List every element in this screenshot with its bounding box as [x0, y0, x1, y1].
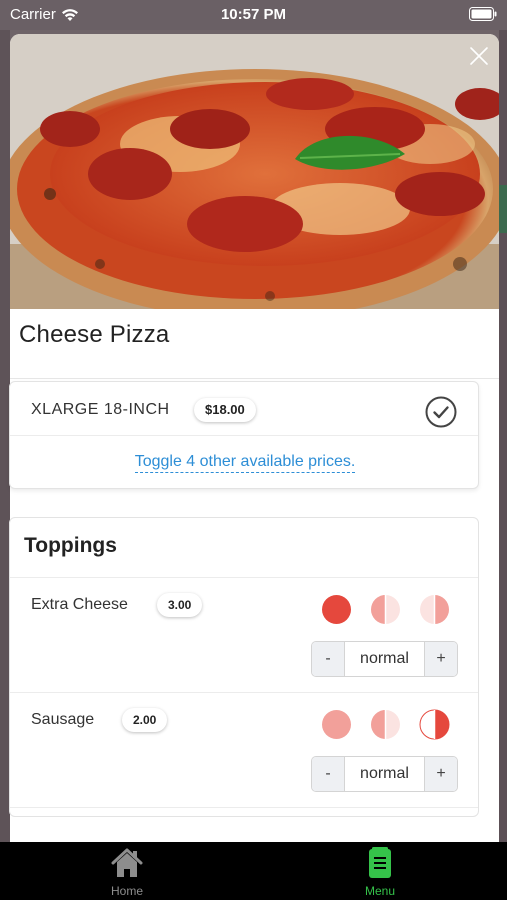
topping-price-badge: 2.00: [122, 708, 168, 732]
house-icon: [111, 848, 143, 877]
left-half-portion-icon[interactable]: [370, 594, 401, 625]
status-bar: Carrier 10:57 PM: [0, 0, 507, 30]
tab-home[interactable]: Home: [72, 842, 182, 900]
price-badge: $18.00: [194, 398, 256, 422]
topping-row: Sausage 2.00 - normal +: [10, 693, 478, 808]
backdrop-accent: [499, 185, 507, 233]
size-label: XLARGE 18-INCH: [31, 401, 170, 418]
quantity-stepper: - normal +: [311, 641, 458, 677]
topping-price-badge: 3.00: [157, 593, 203, 617]
status-time: 10:57 PM: [220, 6, 287, 23]
tab-menu[interactable]: Menu: [325, 842, 435, 900]
decrease-button[interactable]: -: [312, 757, 345, 791]
quantity-value: normal: [360, 765, 409, 782]
tab-bar: Home Menu: [0, 842, 507, 900]
toggle-prices-link[interactable]: Toggle 4 other available prices.: [10, 453, 480, 473]
item-title: Cheese Pizza: [19, 321, 170, 348]
topping-row: Extra Cheese 3.00 - normal +: [10, 578, 478, 693]
close-icon[interactable]: [467, 44, 491, 68]
whole-portion-icon[interactable]: [321, 709, 352, 740]
tab-menu-label: Menu: [364, 884, 396, 898]
left-half-portion-icon[interactable]: [370, 709, 401, 740]
backdrop-right: [499, 30, 507, 842]
checkmark-icon[interactable]: [425, 396, 457, 428]
menu-book-icon: [369, 847, 391, 878]
item-image: [10, 34, 499, 309]
toggle-prices-label: Toggle 4 other available prices.: [134, 453, 356, 473]
quantity-value: normal: [360, 650, 409, 667]
right-half-portion-icon[interactable]: [419, 594, 450, 625]
toppings-card: Toppings Extra Cheese 3.00 - normal + Sa…: [9, 517, 479, 817]
whole-portion-icon[interactable]: [321, 594, 352, 625]
toppings-heading: Toppings: [10, 518, 478, 578]
right-half-portion-icon[interactable]: [419, 709, 450, 740]
topping-name: Extra Cheese: [31, 596, 128, 613]
battery-icon: [469, 7, 497, 21]
increase-button[interactable]: +: [424, 642, 457, 676]
price-option-row[interactable]: XLARGE 18-INCH $18.00: [10, 382, 478, 436]
pizza-photo: [10, 34, 499, 309]
tab-home-label: Home: [110, 884, 143, 898]
quantity-stepper: - normal +: [311, 756, 458, 792]
decrease-button[interactable]: -: [312, 642, 345, 676]
increase-button[interactable]: +: [424, 757, 457, 791]
topping-name: Sausage: [31, 711, 95, 728]
price-card: XLARGE 18-INCH $18.00 Toggle 4 other ava…: [9, 381, 479, 489]
title-area: Cheese Pizza: [10, 309, 499, 379]
